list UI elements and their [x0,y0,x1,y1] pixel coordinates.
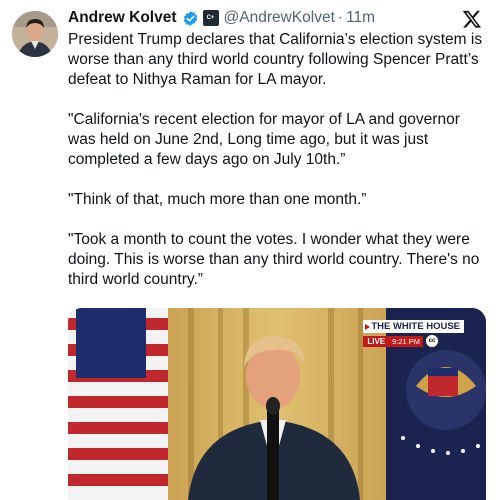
verified-check-icon [182,10,199,27]
tweet-paragraph: "Took a month to count the votes. I wond… [68,231,480,288]
badge-title: THE WHITE HOUSE [363,320,464,333]
author-name[interactable]: Andrew Kolvet [68,9,177,27]
tweet-paragraph: "Think of that, much more than one month… [68,191,367,208]
badge-live: LIVE [363,335,390,347]
tweet-paragraph: President Trump declares that California… [68,31,483,88]
avatar[interactable] [12,11,58,57]
x-logo-icon [462,9,482,29]
timestamp[interactable]: 11m [346,9,375,27]
closed-captions-icon[interactable]: cc [425,334,440,348]
tweet-video[interactable]: THE WHITE HOUSE LIVE 9:21 PM cc [68,308,486,500]
tweet-paragraph: "California's recent election for mayor … [68,111,460,168]
author-handle[interactable]: @AndrewKolvet [224,9,335,27]
tweet-text: President Trump declares that California… [68,30,488,310]
live-badge: THE WHITE HOUSE LIVE 9:21 PM cc [363,320,464,348]
badge-time: 9:21 PM [389,335,424,347]
affiliate-badge-icon[interactable]: C+ [202,10,219,26]
separator-dot: · [337,9,344,26]
tweet-header: Andrew Kolvet C+ @AndrewKolvet · 11m [68,6,486,30]
